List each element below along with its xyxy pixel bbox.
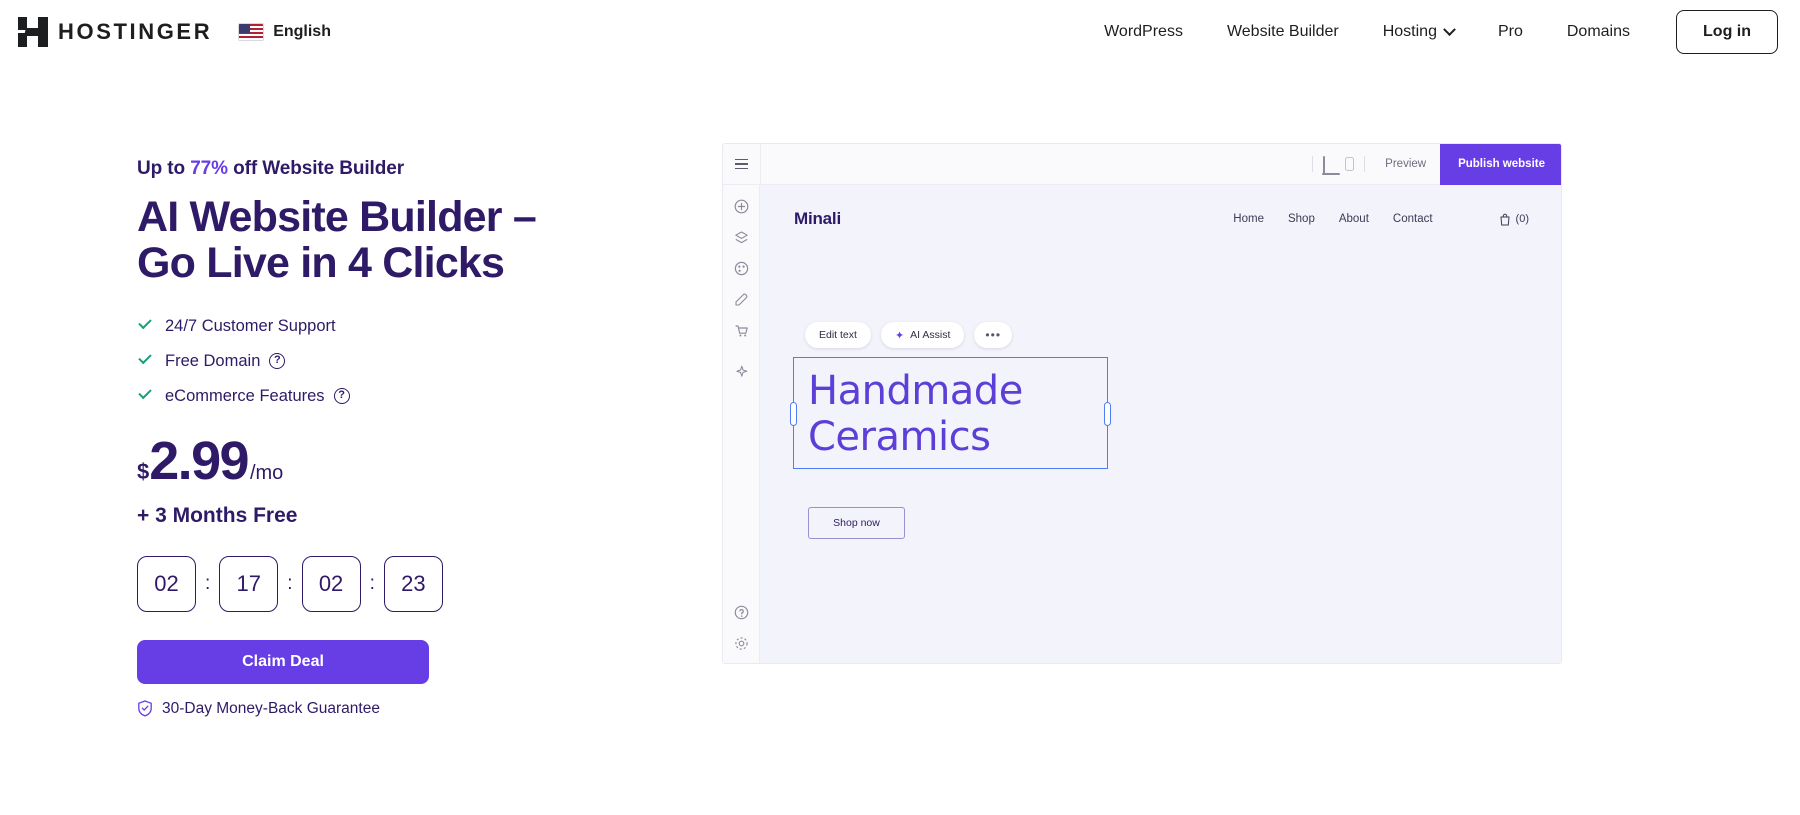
site-hero-heading[interactable]: Handmade Ceramics: [808, 368, 1108, 460]
claim-deal-button[interactable]: Claim Deal: [137, 639, 429, 684]
feature-label: 24/7 Customer Support: [165, 316, 336, 335]
settings-icon[interactable]: [734, 636, 749, 651]
help-circle-icon[interactable]: ?: [333, 388, 350, 405]
mobile-preview-icon[interactable]: [1345, 157, 1355, 171]
edit-text-label: Edit text: [819, 329, 857, 341]
site-header: Minali Home Shop About Contact (0): [760, 185, 1561, 253]
bonus-months-label: + 3 Months Free: [137, 503, 298, 527]
countdown-minutes: 02: [301, 555, 361, 612]
preview-button[interactable]: Preview: [1385, 158, 1426, 170]
nav-item-label: Website Builder: [1226, 23, 1339, 40]
hostinger-logo-icon: [18, 17, 48, 47]
countdown-timer: 02 : 17 : 02 : 23: [137, 555, 697, 612]
topbar-divider: [760, 144, 761, 185]
feature-item-free-domain: Free Domain ?: [137, 352, 697, 371]
eyebrow-post: off Website Builder: [227, 158, 405, 179]
text-editing-toolbar: Edit text ✦ AI Assist •••: [805, 322, 1013, 348]
hostinger-logo-text: HOSTINGER: [58, 19, 213, 44]
ai-sparkle-icon: ✦: [894, 329, 905, 342]
nav-links-group: WordPress Website Builder Hosting Pro Do…: [1082, 10, 1778, 54]
feature-list: 24/7 Customer Support Free Domain ? eCom…: [137, 317, 697, 406]
eyebrow-percent: 77%: [190, 158, 228, 179]
eyebrow-pre: Up to: [137, 158, 191, 179]
cart-button[interactable]: (0): [1499, 213, 1529, 226]
nav-item-domains[interactable]: Domains: [1567, 23, 1630, 41]
builder-canvas: Minali Home Shop About Contact (0) Edit …: [760, 185, 1561, 663]
builder-topbar: Preview Publish website: [723, 144, 1561, 185]
feature-label: eCommerce Features: [165, 386, 325, 405]
site-link-home[interactable]: Home: [1233, 213, 1264, 225]
site-logo: Minali: [794, 209, 841, 228]
price-amount: 2.99: [149, 430, 249, 491]
edit-page-icon[interactable]: [734, 292, 749, 307]
countdown-hours: 17: [219, 555, 279, 612]
edit-text-button[interactable]: Edit text: [805, 322, 871, 348]
ai-assist-button[interactable]: ✦ AI Assist: [880, 322, 965, 348]
feature-item-support: 24/7 Customer Support: [137, 317, 697, 336]
store-icon[interactable]: [734, 323, 749, 338]
nav-item-pro[interactable]: Pro: [1498, 23, 1523, 41]
hamburger-icon[interactable]: [723, 158, 760, 170]
nav-item-wordpress[interactable]: WordPress: [1104, 23, 1183, 41]
nav-item-website-builder[interactable]: Website Builder: [1227, 23, 1339, 41]
countdown-days: 02: [137, 555, 196, 612]
builder-topbar-actions: Preview Publish website: [1302, 144, 1561, 185]
check-icon: [137, 353, 153, 369]
check-icon: [137, 318, 153, 334]
language-label: English: [273, 23, 331, 40]
countdown-separator: :: [205, 572, 211, 594]
us-flag-icon: [238, 23, 265, 41]
top-navigation-bar: HOSTINGER English WordPress Website Buil…: [0, 0, 1800, 64]
language-selector[interactable]: English: [238, 23, 331, 41]
nav-item-label: Hosting: [1382, 23, 1437, 40]
publish-website-button[interactable]: Publish website: [1440, 144, 1561, 185]
builder-sidebar-bottom: [723, 605, 760, 651]
countdown-separator: :: [369, 572, 375, 594]
chevron-down-icon: [1443, 22, 1456, 36]
site-link-about[interactable]: About: [1339, 213, 1369, 225]
countdown-seconds: 23: [383, 555, 443, 612]
ai-sparkle-icon[interactable]: [734, 364, 749, 379]
palette-icon[interactable]: [734, 261, 749, 276]
divider: [1364, 156, 1366, 172]
desktop-preview-icon[interactable]: [1323, 155, 1340, 175]
hero-left-column: Up to 77% off Website Builder AI Website…: [137, 158, 697, 718]
hostinger-brand[interactable]: HOSTINGER: [18, 17, 212, 47]
login-button[interactable]: Log in: [1676, 10, 1778, 54]
website-builder-mockup: Preview Publish website Minali Home Shop…: [722, 143, 1562, 664]
check-icon: [137, 388, 153, 404]
price-period: /mo: [249, 461, 284, 484]
layers-icon[interactable]: [734, 230, 749, 245]
nav-item-label: Domains: [1566, 23, 1631, 40]
price-block: $ 2.99 /mo: [137, 434, 697, 488]
page-title: AI Website Builder – Go Live in 4 Clicks: [137, 193, 537, 288]
promo-eyebrow: Up to 77% off Website Builder: [137, 158, 697, 180]
feature-label: Free Domain: [165, 351, 261, 370]
site-link-contact[interactable]: Contact: [1393, 213, 1433, 225]
cart-icon: [1499, 213, 1511, 226]
nav-item-label: WordPress: [1104, 23, 1183, 40]
add-element-icon[interactable]: [734, 199, 749, 214]
price-currency: $: [137, 458, 150, 484]
more-options-button[interactable]: •••: [974, 322, 1013, 348]
nav-item-hosting[interactable]: Hosting: [1382, 22, 1456, 41]
help-icon[interactable]: [734, 605, 749, 620]
shield-check-icon: [137, 700, 153, 717]
money-back-guarantee: 30-Day Money-Back Guarantee: [137, 700, 697, 718]
site-nav-links: Home Shop About Contact (0): [1233, 213, 1529, 226]
help-circle-icon[interactable]: ?: [269, 353, 286, 370]
countdown-separator: :: [287, 572, 293, 594]
resize-handle-left[interactable]: [790, 402, 797, 426]
guarantee-label: 30-Day Money-Back Guarantee: [162, 699, 380, 717]
ai-assist-label: AI Assist: [910, 329, 951, 341]
feature-item-ecommerce: eCommerce Features ?: [137, 387, 697, 406]
site-link-shop[interactable]: Shop: [1288, 213, 1315, 225]
nav-item-label: Pro: [1497, 23, 1523, 40]
shop-now-button[interactable]: Shop now: [808, 507, 905, 539]
divider: [1312, 156, 1314, 172]
cart-count: (0): [1515, 213, 1529, 225]
builder-sidebar: [723, 185, 760, 663]
